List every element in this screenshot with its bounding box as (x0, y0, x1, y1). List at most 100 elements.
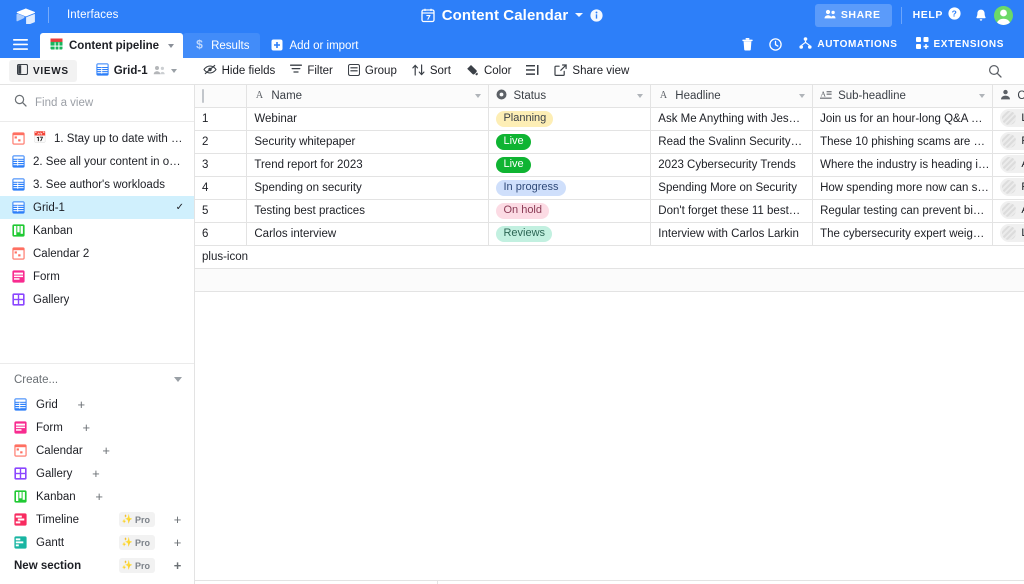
cell-status[interactable]: Reviews (489, 222, 651, 245)
column-header-name[interactable]: A Name (247, 85, 489, 107)
cell-subheadline[interactable]: Join us for an hour-long Q&A … (813, 107, 993, 130)
sidebar-view-item-gallery[interactable]: Gallery (0, 288, 194, 311)
chevron-down-icon[interactable] (174, 377, 182, 382)
add-icon[interactable]: + (91, 466, 100, 481)
column-header-headline[interactable]: A Headline (651, 85, 813, 107)
sidebar-view-item-1[interactable]: 📅 1. Stay up to date with your co... (0, 127, 194, 150)
cell-creator[interactable]: Lee Szabo (993, 107, 1024, 130)
cell-subheadline[interactable]: These 10 phishing scams are … (813, 130, 993, 153)
cell-name[interactable]: Testing best practices (247, 199, 489, 222)
add-icon[interactable]: + (173, 535, 182, 550)
chevron-down-icon[interactable] (171, 69, 177, 73)
cell-creator[interactable]: Lee Szabo (993, 222, 1024, 245)
extensions-button[interactable]: EXTENSIONS (907, 37, 1013, 52)
history-clock-icon[interactable] (761, 38, 790, 51)
tab-results[interactable]: $ Results (183, 33, 260, 58)
create-section-header[interactable]: Create... (0, 363, 194, 393)
add-icon[interactable]: + (82, 420, 91, 435)
cell-name[interactable]: Webinar (247, 107, 489, 130)
table-row[interactable]: 1 Webinar Planning Ask Me Anything with … (195, 107, 1024, 130)
cell-status[interactable]: Live (489, 153, 651, 176)
cell-creator[interactable]: Rin O'Shea (993, 130, 1024, 153)
sidebar-view-item-form[interactable]: Form (0, 265, 194, 288)
cell-headline[interactable]: Interview with Carlos Larkin (651, 222, 813, 245)
chevron-down-icon[interactable] (168, 44, 174, 48)
bell-icon[interactable] (974, 8, 988, 23)
cell-headline[interactable]: Read the Svalinn Security… (651, 130, 813, 153)
trash-icon[interactable] (734, 38, 761, 51)
column-header-status[interactable]: Status (489, 85, 651, 107)
cell-name[interactable]: Security whitepaper (247, 130, 489, 153)
search-icon[interactable] (981, 60, 1009, 82)
table-row[interactable]: 4 Spending on security In progress Spend… (195, 176, 1024, 199)
cell-name[interactable]: Carlos interview (247, 222, 489, 245)
cell-status[interactable]: On hold (489, 199, 651, 222)
hide-fields-button[interactable]: Hide fields (196, 60, 283, 82)
cell-status[interactable]: In progress (489, 176, 651, 199)
cell-headline[interactable]: 2023 Cybersecurity Trends (651, 153, 813, 176)
avatar[interactable] (994, 6, 1013, 25)
sidebar-view-item-grid-1[interactable]: Grid-1 ✓ (0, 196, 194, 219)
create-item-kanban[interactable]: Kanban + (0, 485, 194, 508)
table-row[interactable]: 6 Carlos interview Reviews Interview wit… (195, 222, 1024, 245)
cell-headline[interactable]: Ask Me Anything with Jes… (651, 107, 813, 130)
chevron-down-icon[interactable] (475, 94, 481, 98)
create-item-calendar[interactable]: Calendar + (0, 439, 194, 462)
cell-name[interactable]: Spending on security (247, 176, 489, 199)
create-item-new-section[interactable]: New section ✨ Pro + (0, 554, 194, 577)
cell-status[interactable]: Live (489, 130, 651, 153)
current-view-button[interactable]: Grid-1 (89, 59, 184, 83)
interfaces-link[interactable]: Interfaces (49, 9, 119, 21)
sidebar-view-item-3[interactable]: 3. See author's workloads (0, 173, 194, 196)
select-all-checkbox[interactable] (202, 89, 204, 103)
info-icon[interactable] (590, 9, 603, 22)
table-row[interactable]: 2 Security whitepaper Live Read the Sval… (195, 130, 1024, 153)
add-icon[interactable]: + (102, 443, 111, 458)
automations-button[interactable]: AUTOMATIONS (790, 37, 906, 52)
find-view-row[interactable] (0, 85, 194, 122)
create-item-form[interactable]: Form + (0, 416, 194, 439)
sort-button[interactable]: Sort (405, 60, 458, 83)
row-height-button[interactable] (519, 60, 546, 83)
help-button[interactable]: HELP ? (901, 7, 972, 24)
add-icon[interactable]: + (173, 558, 182, 573)
add-icon[interactable]: + (173, 512, 182, 527)
cell-status[interactable]: Planning (489, 107, 651, 130)
chevron-down-icon[interactable] (799, 94, 805, 98)
create-item-timeline[interactable]: Timeline ✨ Pro + (0, 508, 194, 531)
table-row[interactable]: 5 Testing best practices On hold Don't f… (195, 199, 1024, 222)
cell-subheadline[interactable]: The cybersecurity expert weig… (813, 222, 993, 245)
chevron-down-icon[interactable] (575, 13, 583, 17)
cell-subheadline[interactable]: How spending more now can s… (813, 176, 993, 199)
sidebar-view-item-calendar-2[interactable]: Calendar 2 (0, 242, 194, 265)
hamburger-menu-icon[interactable] (0, 30, 40, 58)
column-header-creator[interactable]: Creator (993, 85, 1024, 107)
chevron-down-icon[interactable] (979, 94, 985, 98)
add-record-row[interactable]: plus-icon (195, 245, 1024, 268)
table-row[interactable]: 3 Trend report for 2023 Live 2023 Cybers… (195, 153, 1024, 176)
grid-scroll-region[interactable]: A Name Status (195, 85, 1024, 580)
find-view-input[interactable] (35, 97, 175, 109)
tab-add-or-import[interactable]: Add or import (260, 34, 369, 58)
group-button[interactable]: Group (341, 60, 404, 83)
add-icon[interactable]: + (77, 397, 86, 412)
cell-subheadline[interactable]: Regular testing can prevent bi… (813, 199, 993, 222)
create-item-gantt[interactable]: Gantt ✨ Pro + (0, 531, 194, 554)
app-logo[interactable] (0, 8, 48, 22)
cell-creator[interactable]: Rin O'Shea (993, 176, 1024, 199)
cell-headline[interactable]: Don't forget these 11 best… (651, 199, 813, 222)
sidebar-view-item-kanban[interactable]: Kanban (0, 219, 194, 242)
select-all-header[interactable] (195, 85, 247, 107)
color-button[interactable]: Color (459, 60, 518, 83)
create-item-gallery[interactable]: Gallery + (0, 462, 194, 485)
share-button[interactable]: SHARE (815, 4, 892, 27)
plus-icon[interactable]: plus-icon (202, 251, 248, 263)
cell-creator[interactable]: Ash Quintana (993, 199, 1024, 222)
create-item-grid[interactable]: Grid + (0, 393, 194, 416)
cell-subheadline[interactable]: Where the industry is heading i… (813, 153, 993, 176)
add-record-cell[interactable]: plus-icon (195, 245, 1024, 268)
tab-content-pipeline[interactable]: Content pipeline (40, 33, 183, 58)
cell-name[interactable]: Trend report for 2023 (247, 153, 489, 176)
column-header-sub-headline[interactable]: A Sub-headline (813, 85, 993, 107)
cell-headline[interactable]: Spending More on Security (651, 176, 813, 199)
